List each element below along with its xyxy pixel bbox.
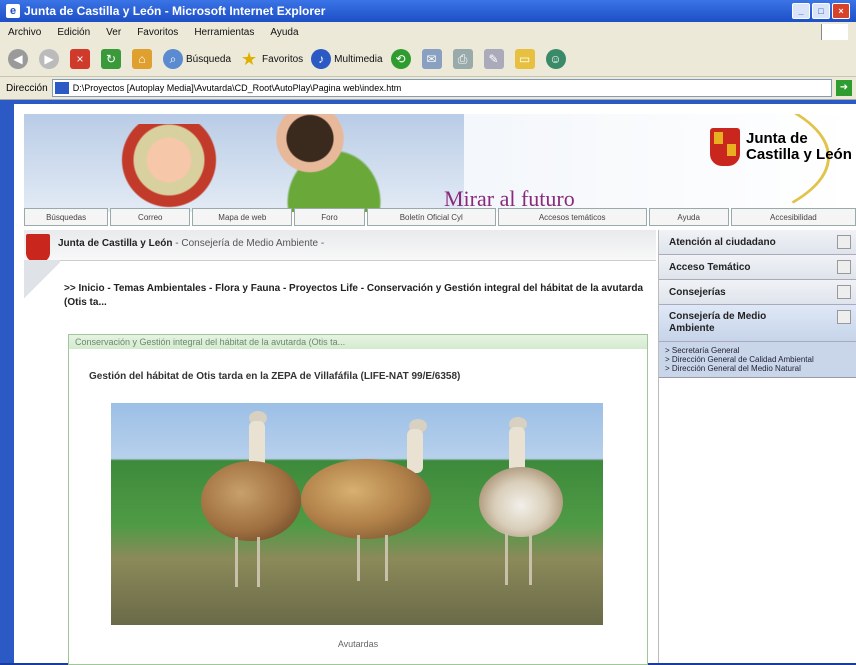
home-icon: ⌂	[132, 49, 152, 69]
menu-herramientas[interactable]: Herramientas	[194, 27, 254, 38]
bustards-photo	[111, 403, 603, 625]
section-header: Junta de Castilla y León - Consejería de…	[24, 230, 656, 262]
menu-bar: Archivo Edición Ver Favoritos Herramient…	[0, 22, 856, 42]
tab-correo[interactable]: Correo	[110, 208, 191, 226]
window-title: Junta de Castilla y León - Microsoft Int…	[24, 4, 326, 18]
windows-logo-icon	[821, 24, 848, 40]
tab-accesos-tematicos[interactable]: Accesos temáticos	[497, 208, 647, 226]
browser-window: e Junta de Castilla y León - Microsoft I…	[0, 0, 856, 665]
expand-icon	[837, 235, 851, 249]
menu-edicion[interactable]: Edición	[57, 27, 90, 38]
expand-icon	[837, 285, 851, 299]
sidebar-item-acceso-tematico[interactable]: Acceso Temático	[659, 255, 856, 280]
sublink-medio-natural[interactable]: > Dirección General del Medio Natural	[665, 364, 851, 373]
tab-ayuda[interactable]: Ayuda	[648, 208, 729, 226]
folder-button[interactable]: ▭	[514, 49, 538, 69]
search-icon: ⌕	[163, 49, 183, 69]
minimize-button[interactable]: _	[792, 3, 810, 19]
multimedia-button[interactable]: ♪ Multimedia	[311, 49, 383, 69]
site-banner: Mirar al futuro Junta de Castilla y León	[24, 114, 856, 212]
banner-child-boy	[254, 114, 414, 212]
sublink-secretaria[interactable]: > Secretaría General	[665, 346, 851, 355]
forward-button[interactable]: ▶	[39, 49, 62, 69]
page-viewport: Mirar al futuro Junta de Castilla y León…	[14, 104, 856, 665]
title-bar: e Junta de Castilla y León - Microsoft I…	[0, 0, 856, 22]
content-box: Conservación y Gestión integral del hábi…	[68, 334, 648, 665]
toolbar: ◀ ▶ × ↻ ⌂ ⌕ Búsqueda ★ Favoritos ♪ Multimed…	[0, 42, 856, 77]
messenger-icon: ☺	[545, 49, 566, 69]
sublink-calidad-ambiental[interactable]: > Dirección General de Calidad Ambiental	[665, 355, 851, 364]
menu-ver[interactable]: Ver	[106, 27, 121, 38]
print-icon: ⎙	[452, 49, 473, 69]
corner-decoration	[24, 260, 60, 300]
bustard-3	[471, 417, 571, 597]
stop-button[interactable]: ×	[70, 49, 93, 69]
site-logo[interactable]: Junta de Castilla y León	[710, 128, 852, 166]
address-bar: Dirección D:\Proyectos [Autoplay Media]\…	[0, 77, 856, 100]
favorites-button[interactable]: ★ Favoritos	[239, 49, 303, 69]
mail-button[interactable]: ✉	[421, 49, 445, 69]
menu-archivo[interactable]: Archivo	[8, 27, 41, 38]
menu-ayuda[interactable]: Ayuda	[270, 27, 298, 38]
home-button[interactable]: ⌂	[132, 49, 155, 69]
sidebar-item-consejerias[interactable]: Consejerías	[659, 280, 856, 305]
multimedia-icon: ♪	[311, 49, 332, 69]
tab-mapa-web[interactable]: Mapa de web	[192, 208, 293, 226]
search-button[interactable]: ⌕ Búsqueda	[163, 49, 231, 69]
tab-foro[interactable]: Foro	[294, 208, 365, 226]
main-content: Junta de Castilla y León - Consejería de…	[24, 230, 656, 665]
address-input[interactable]: D:\Proyectos [Autoplay Media]\Avutarda\C…	[51, 79, 832, 97]
page-icon	[54, 82, 69, 94]
go-button[interactable]: ➜	[836, 80, 852, 96]
logo-line1: Junta de	[746, 130, 808, 147]
sidebar-item-atencion[interactable]: Atención al ciudadano	[659, 230, 856, 255]
refresh-icon: ↻	[101, 49, 121, 69]
forward-arrow-icon: ▶	[39, 49, 59, 69]
tab-busquedas[interactable]: Búsquedas	[24, 208, 109, 226]
close-button[interactable]: ×	[832, 3, 850, 19]
sidebar-sublinks: > Secretaría General > Dirección General…	[659, 342, 856, 378]
photo-caption: Gestión del hábitat de Otis tarda en la …	[89, 371, 461, 382]
expand-icon	[837, 310, 851, 324]
edit-icon: ✎	[483, 49, 504, 69]
right-sidebar: Atención al ciudadano Acceso Temático Co…	[658, 230, 856, 663]
refresh-button[interactable]: ↻	[101, 49, 124, 69]
photo-credit: Avutardas	[337, 639, 379, 649]
header-org: Junta de Castilla y León	[58, 238, 173, 249]
address-label: Dirección	[6, 82, 48, 94]
banner-child-girl	[114, 124, 224, 212]
logo-line2: Castilla y León	[746, 146, 852, 163]
content-box-title: Conservación y Gestión integral del hábi…	[69, 335, 647, 349]
tab-boletin[interactable]: Boletín Oficial Cyl	[366, 208, 496, 226]
sidebar-item-medio-ambiente[interactable]: Consejería de Medio Ambiente	[659, 305, 856, 342]
header-dept: - Consejería de Medio Ambiente -	[175, 238, 325, 249]
star-icon: ★	[240, 49, 258, 69]
breadcrumb[interactable]: >> Inicio - Temas Ambientales - Flora y …	[64, 282, 654, 310]
edit-button[interactable]: ✎	[483, 49, 507, 69]
expand-icon	[837, 260, 851, 274]
tab-accesibilidad[interactable]: Accesibilidad	[730, 208, 856, 226]
coat-of-arms-icon	[710, 128, 740, 166]
bustard-1	[191, 411, 311, 591]
print-button[interactable]: ⎙	[452, 49, 476, 69]
bustard-2	[301, 419, 451, 589]
maximize-button[interactable]: □	[812, 3, 830, 19]
history-icon: ⟲	[390, 49, 411, 69]
stop-icon: ×	[70, 49, 90, 69]
folder-icon: ▭	[514, 49, 535, 69]
history-button[interactable]: ⟲	[390, 49, 414, 69]
back-button[interactable]: ◀	[8, 49, 31, 69]
mail-icon: ✉	[421, 49, 442, 69]
coat-of-arms-small-icon	[26, 234, 50, 262]
top-nav: Búsquedas Correo Mapa de web Foro Boletí…	[24, 208, 856, 226]
back-arrow-icon: ◀	[8, 49, 28, 69]
messenger-button[interactable]: ☺	[545, 49, 569, 69]
ie-icon: e	[6, 4, 20, 18]
menu-favoritos[interactable]: Favoritos	[137, 27, 178, 38]
